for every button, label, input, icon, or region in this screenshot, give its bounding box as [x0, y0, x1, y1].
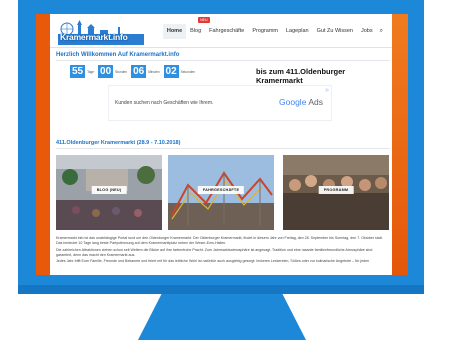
countdown-title: bis zum 411.Oldenburger Kramermarkt	[256, 67, 346, 85]
card-fahrgeschaefte[interactable]: FAHRGESCHÄFTE	[168, 155, 274, 230]
google-wordmark: Google	[279, 97, 307, 107]
section-title: 411.Oldenburger Kramermarkt (28.9 - 7.10…	[56, 140, 181, 146]
header-divider	[50, 47, 392, 48]
countdown-timer: 55 Tage 00 Stunden 06 Minuten 02 Sekunde…	[70, 65, 199, 78]
section-divider	[56, 148, 390, 149]
ad-text: Kunden suchen nach Geschäften wie Ihrem.	[115, 100, 214, 106]
countdown-minutes: 06	[131, 65, 147, 78]
nav-jobs[interactable]: Jobs	[357, 24, 377, 39]
card-blog[interactable]: BLOG (NEU)	[56, 155, 162, 230]
google-ads-logo: Google Ads	[279, 97, 323, 107]
card-programm[interactable]: PROGRAMM	[283, 155, 389, 230]
countdown-seconds-label: Sekunden	[180, 69, 196, 74]
card-programm-label: PROGRAMM	[318, 186, 354, 195]
ads-wordmark: Ads	[308, 97, 323, 107]
logo-text: Kramermarkt.info	[60, 32, 128, 42]
nav-blog-label: Blog	[190, 28, 202, 34]
nav-gut-zu-wissen[interactable]: Gut Zu Wissen	[313, 24, 357, 39]
intro-paragraph: Kramermarkt.info ist das unabhängige Por…	[56, 236, 383, 246]
nav-programm[interactable]: Programm	[248, 24, 282, 39]
countdown-days-label: Tage	[87, 69, 95, 74]
countdown-seconds: 02	[163, 65, 179, 78]
main-nav: Home Blog NEU Fahrgeschäfte Programm Lag…	[162, 17, 386, 39]
countdown-minutes-label: Minuten	[148, 69, 160, 74]
nav-lageplan[interactable]: Lageplan	[282, 24, 313, 39]
intro-paragraph: Jedes Jahr trifft Eure Familie, Freunde …	[56, 259, 370, 264]
monitor-screen: Kramermarkt.info Home Blog NEU Fahrgesch…	[36, 14, 408, 275]
countdown-hours-label: Stunden	[115, 69, 128, 74]
card-fahrgeschaefte-label: FAHRGESCHÄFTE	[197, 186, 245, 195]
orange-sidebar	[392, 14, 408, 275]
monitor-bezel-bottom	[18, 285, 424, 294]
google-ad-banner[interactable]: ▷ Kunden suchen nach Geschäften wie Ihre…	[108, 85, 332, 121]
welcome-divider	[56, 60, 390, 61]
search-icon[interactable]: ⌕	[377, 24, 386, 39]
nav-home[interactable]: Home	[162, 24, 187, 39]
site-header: Kramermarkt.info Home Blog NEU Fahrgesch…	[50, 14, 392, 48]
card-blog-label: BLOG (NEU)	[91, 186, 127, 195]
nav-blog[interactable]: Blog NEU	[186, 17, 210, 39]
site-logo[interactable]: Kramermarkt.info	[58, 20, 146, 46]
ad-choices-icon[interactable]: ▷	[326, 87, 329, 92]
web-page: Kramermarkt.info Home Blog NEU Fahrgesch…	[50, 14, 392, 275]
monitor-stand	[138, 294, 306, 340]
intro-text: Kramermarkt.info ist das unabhängige Por…	[56, 236, 386, 266]
new-badge: NEU	[198, 17, 210, 23]
countdown-days: 55	[70, 65, 86, 78]
welcome-heading: Herzlich Willkommen Auf Kramermarkt.info	[56, 52, 180, 58]
nav-fahrgeschaefte[interactable]: Fahrgeschäfte	[205, 24, 248, 39]
countdown-hours: 00	[98, 65, 114, 78]
intro-paragraph: Die zahlreichen Attraktionen ziehen scho…	[56, 247, 373, 257]
